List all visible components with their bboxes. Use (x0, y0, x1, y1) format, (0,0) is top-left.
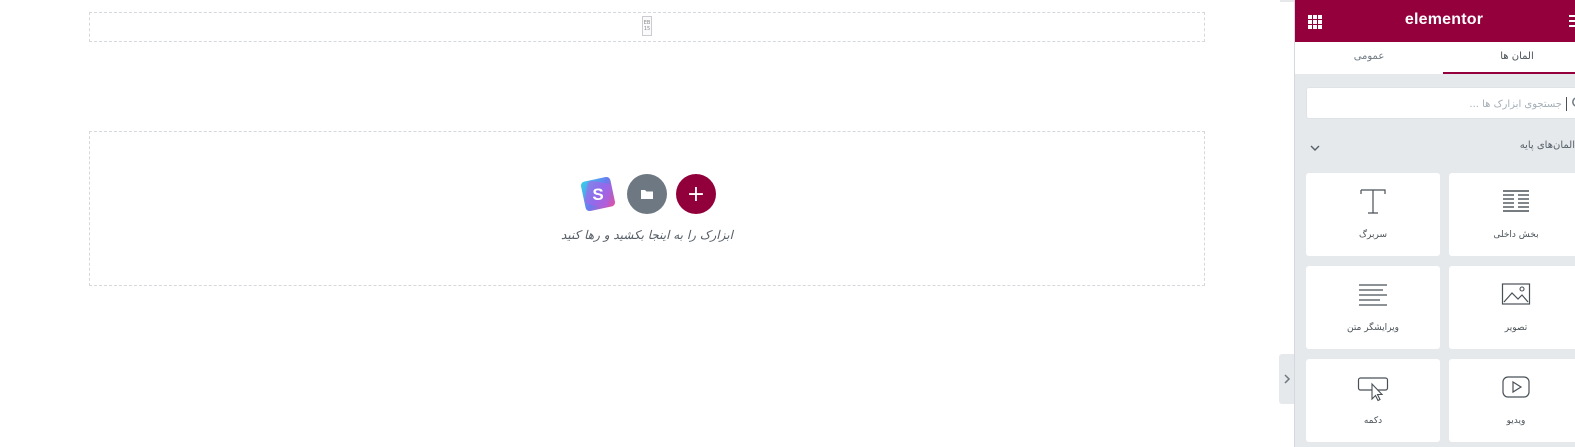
image-icon (1501, 283, 1531, 305)
widget-label: ویرایشگر متن (1346, 323, 1400, 333)
text-editor-icon (1359, 284, 1387, 306)
template-kit-button[interactable]: S (578, 174, 618, 214)
search-input[interactable] (1313, 95, 1562, 113)
tab-elements[interactable]: المان ها (1443, 42, 1575, 75)
starter-templates-icon: S (580, 176, 616, 212)
widget-inner-section[interactable]: بخش داخلی (1449, 173, 1575, 256)
panel-header: elementor (1295, 0, 1575, 42)
elementor-panel: elementor عمومی المان ها المان‌های پایه … (1294, 0, 1575, 447)
editor-canvas: EB 15 S + ابزارک را به اینجا بکشید و رها… (0, 0, 1280, 447)
chevron-right-icon (1284, 374, 1291, 384)
chevron-down-icon (1310, 145, 1320, 151)
widget-label: تصویر (1504, 323, 1528, 333)
tabs-divider (1295, 74, 1575, 75)
widget-image[interactable]: تصویر (1449, 266, 1575, 349)
widget-label: دکمه (1363, 416, 1383, 426)
video-icon (1502, 376, 1530, 398)
panel-tabs: عمومی المان ها (1295, 42, 1575, 75)
svg-text:S: S (592, 185, 603, 204)
tab-general[interactable]: عمومی (1295, 42, 1443, 75)
dropzone-buttons: S + (578, 174, 718, 214)
heading-icon (1360, 189, 1386, 214)
category-basic[interactable]: المان‌های پایه (1295, 138, 1575, 158)
hamburger-menu-icon[interactable] (1569, 15, 1575, 27)
widget-button[interactable]: دکمه (1306, 359, 1440, 442)
add-section-button[interactable]: + (676, 174, 716, 214)
section-top[interactable]: EB 15 (89, 12, 1205, 42)
folder-icon (641, 190, 653, 199)
panel-collapse-toggle[interactable] (1279, 354, 1295, 404)
spacer-handle[interactable]: EB 15 (642, 16, 652, 36)
search-box (1306, 87, 1575, 119)
widget-text-editor[interactable]: ویرایشگر متن (1306, 266, 1440, 349)
widget-label: ویدیو (1506, 416, 1526, 426)
widget-video[interactable]: ویدیو (1449, 359, 1575, 442)
add-template-button[interactable] (627, 174, 667, 214)
empty-drop-zone[interactable]: S + ابزارک را به اینجا بکشید و رها کنید (89, 131, 1205, 286)
widget-heading[interactable]: سربرگ (1306, 173, 1440, 256)
elementor-logo: elementor (1404, 11, 1484, 28)
button-icon (1357, 377, 1389, 402)
widget-label: بخش داخلی (1493, 230, 1539, 240)
search-icon (1572, 97, 1575, 107)
dropzone-text: ابزارک را به اینجا بکشید و رها کنید (561, 228, 733, 242)
inner-section-icon (1503, 190, 1529, 212)
category-label: المان‌های پایه (1519, 140, 1575, 151)
text-caret (1566, 97, 1567, 111)
widget-label: سربرگ (1358, 230, 1388, 240)
